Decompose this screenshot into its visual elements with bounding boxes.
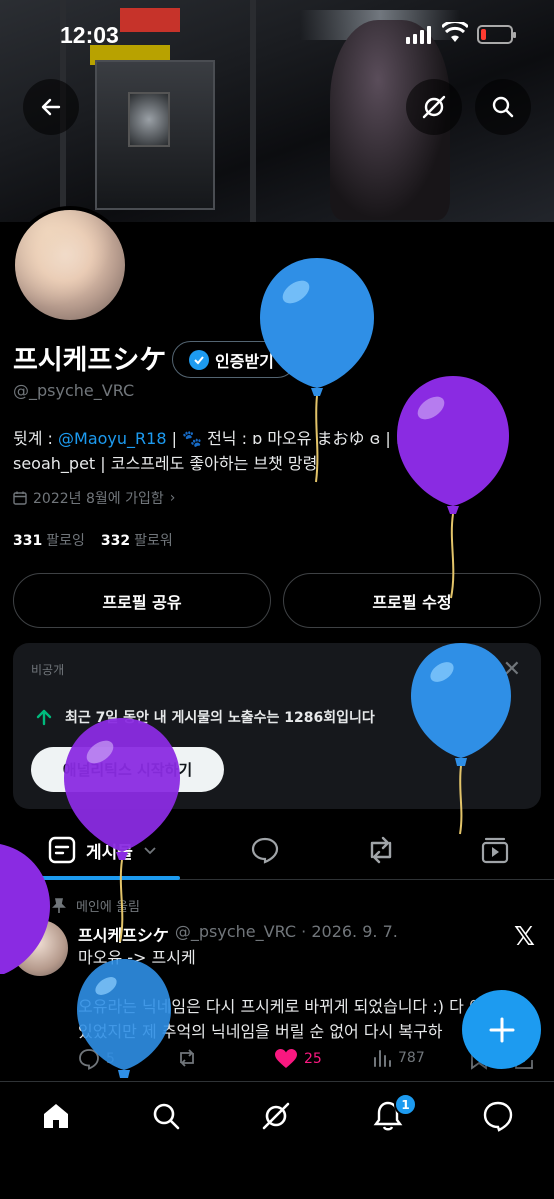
purple-balloon-decoration	[64, 718, 180, 943]
grok-icon	[262, 1102, 290, 1130]
status-bar: 12:03	[0, 0, 554, 72]
views-icon	[374, 1050, 391, 1067]
purple-balloon-decoration	[397, 376, 509, 599]
nav-search[interactable]	[146, 1096, 186, 1136]
notification-badge: 1	[394, 1093, 417, 1116]
media-icon	[481, 837, 509, 864]
plus-icon	[489, 1017, 514, 1042]
views-button[interactable]: 787	[372, 1048, 425, 1068]
bio-prefix: 뒷계 :	[13, 429, 59, 448]
repost-icon	[370, 836, 392, 864]
compose-button[interactable]	[462, 990, 541, 1069]
reply-bubble-icon	[251, 837, 279, 864]
following-count: 331	[13, 533, 43, 549]
status-time: 12:03	[60, 22, 119, 48]
like-count: 25	[304, 1051, 322, 1067]
repost-icon	[180, 1049, 194, 1067]
arrow-left-icon	[41, 98, 61, 116]
nav-messages[interactable]	[478, 1096, 518, 1136]
profile-avatar[interactable]	[11, 206, 129, 324]
message-icon	[483, 1101, 513, 1132]
bottom-nav	[0, 1081, 554, 1199]
following-link[interactable]: 331 팔로잉	[13, 530, 85, 550]
search-button[interactable]	[475, 79, 531, 135]
heart-icon	[275, 1049, 297, 1068]
grok-icon	[422, 95, 446, 119]
tab-reposts[interactable]	[364, 832, 398, 868]
view-count: 787	[398, 1050, 425, 1066]
nav-grok[interactable]	[256, 1096, 296, 1136]
repost-button[interactable]	[176, 1048, 198, 1068]
banner-window	[128, 92, 170, 147]
blue-balloon-decoration	[260, 258, 374, 483]
joined-date[interactable]: 2022년 8월에 가입함 ›	[13, 488, 175, 508]
blue-balloon-decoration	[411, 643, 511, 835]
tab-replies[interactable]	[250, 832, 280, 868]
signal-icon	[406, 26, 431, 44]
tab-media[interactable]	[480, 832, 510, 868]
private-label: 비공개	[31, 663, 65, 677]
nav-home[interactable]	[36, 1096, 76, 1136]
calendar-icon	[13, 491, 27, 505]
search-icon	[153, 1103, 180, 1130]
chevron-right-icon: ›	[169, 490, 176, 506]
grok-button[interactable]	[406, 79, 462, 135]
bio-link[interactable]: @Maoyu_R18	[58, 429, 166, 448]
profile-name: 프시케프シケ	[13, 345, 167, 376]
post-meta: @_psyche_VRC · 2026. 9. 7.	[174, 922, 398, 941]
share-profile-button[interactable]: 프로필 공유	[13, 573, 271, 628]
followers-label: 팔로워	[134, 533, 173, 549]
followers-count: 332	[100, 533, 131, 549]
wifi-icon	[442, 22, 468, 42]
followers-link[interactable]: 332 팔로워	[101, 530, 173, 550]
follow-stats: 331 팔로잉 332 팔로워	[13, 530, 173, 550]
battery-icon	[477, 25, 516, 44]
arrow-up-icon	[36, 709, 52, 726]
search-icon	[492, 96, 514, 118]
home-icon	[44, 1104, 68, 1128]
back-button[interactable]	[23, 79, 79, 135]
verified-badge-icon	[189, 349, 209, 370]
following-label: 팔로잉	[46, 533, 85, 549]
blue-balloon-decoration	[77, 959, 171, 1078]
joined-label: 2022년 8월에 가입함	[33, 491, 164, 507]
purple-balloon-decoration	[0, 844, 50, 974]
like-button[interactable]: 25	[274, 1048, 322, 1070]
profile-handle: @_psyche_VRC	[13, 381, 135, 400]
